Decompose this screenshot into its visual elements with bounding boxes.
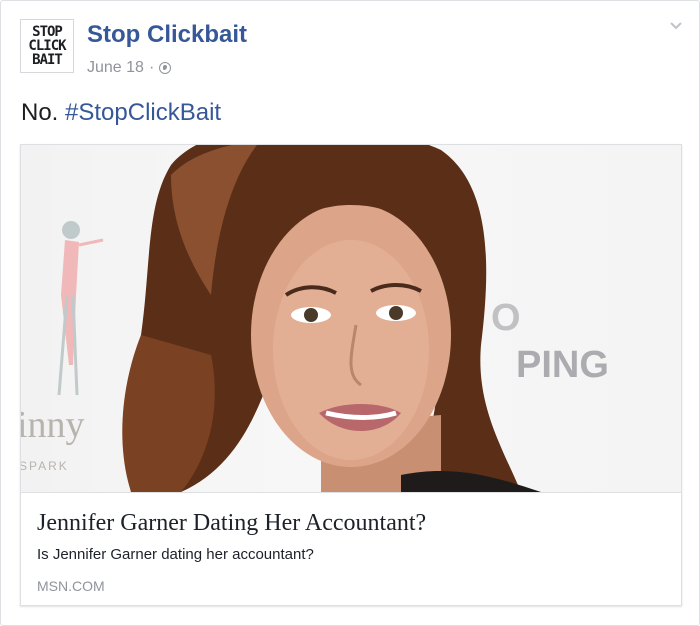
- svg-text:O: O: [491, 297, 521, 339]
- link-domain: MSN.COM: [37, 578, 105, 594]
- portrait-illustration: inny SPARK PING O: [21, 145, 609, 492]
- backdrop-text-left-small: SPARK: [21, 459, 69, 473]
- globe-icon: [159, 62, 172, 74]
- page-name-link[interactable]: Stop Clickbait: [87, 21, 247, 49]
- backdrop-text-left: inny: [21, 404, 85, 446]
- hashtag-link[interactable]: #StopClickBait: [65, 99, 221, 126]
- backdrop-figure: [57, 221, 104, 396]
- post-card: STOP CLICK BAIT Stop Clickbait June 18 ·…: [0, 0, 700, 626]
- page-avatar[interactable]: STOP CLICK BAIT: [20, 19, 74, 73]
- meta-separator: ·: [148, 59, 155, 76]
- post-message-text: No.: [21, 99, 59, 126]
- link-title[interactable]: Jennifer Garner Dating Her Accountant?: [37, 510, 426, 537]
- link-preview-card[interactable]: inny SPARK PING O Jennifer Garner Dating…: [20, 144, 682, 606]
- link-preview-image[interactable]: inny SPARK PING O: [21, 145, 681, 493]
- chevron-down-icon[interactable]: [669, 19, 683, 33]
- backdrop-text-right: PING: [516, 344, 609, 386]
- post-message: No. #StopClickBait: [21, 99, 221, 127]
- post-date[interactable]: June 18: [87, 59, 144, 77]
- link-description: Is Jennifer Garner dating her accountant…: [37, 546, 314, 563]
- post-meta: June 18 ·: [87, 59, 172, 77]
- avatar-logo-text: STOP CLICK BAIT: [28, 24, 66, 68]
